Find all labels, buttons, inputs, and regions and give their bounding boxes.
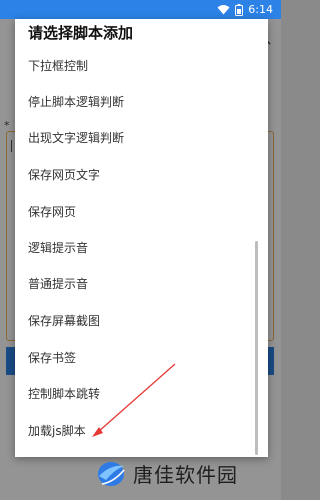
script-picker-dialog: 请选择脚本添加 下拉框控制 停止脚本逻辑判断 出现文字逻辑判断 保存网页文字 保…	[15, 19, 268, 457]
status-icons: 6:14	[217, 3, 273, 16]
script-item-text-logic[interactable]: 出现文字逻辑判断	[15, 123, 255, 153]
scrollbar[interactable]	[255, 241, 258, 455]
status-bar: 6:14	[0, 0, 281, 19]
script-item-save-page[interactable]: 保存网页	[15, 197, 255, 227]
script-item-save-bookmark[interactable]: 保存书签	[15, 343, 255, 373]
script-item-logic-sound[interactable]: 逻辑提示音	[15, 233, 255, 263]
watermark-logo-icon	[98, 462, 125, 486]
watermark: 唐佳软件园	[94, 455, 264, 491]
script-item-dropdown-control[interactable]: 下拉框控制	[15, 51, 255, 81]
script-item-save-page-text[interactable]: 保存网页文字	[15, 160, 255, 190]
status-time: 6:14	[248, 3, 273, 16]
wifi-icon	[217, 5, 230, 15]
script-item-normal-sound[interactable]: 普通提示音	[15, 269, 255, 299]
script-item-jump-control[interactable]: 控制脚本跳转	[15, 379, 255, 409]
dialog-title: 请选择脚本添加	[28, 24, 134, 42]
watermark-text: 唐佳软件园	[133, 462, 238, 487]
script-item-save-screenshot[interactable]: 保存屏幕截图	[15, 306, 255, 336]
battery-icon	[235, 3, 244, 16]
script-item-stop-logic[interactable]: 停止脚本逻辑判断	[15, 87, 255, 117]
script-item-load-js[interactable]: 加载js脚本	[15, 416, 255, 446]
